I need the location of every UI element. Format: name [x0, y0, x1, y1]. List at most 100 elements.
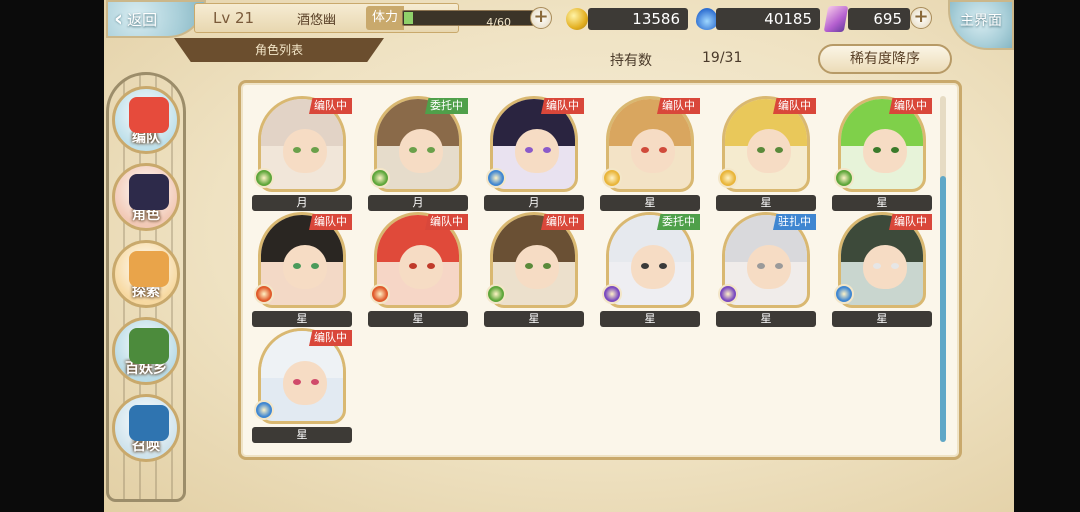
stamina-fill: [404, 12, 413, 24]
scrollbar-thumb[interactable]: [940, 176, 946, 442]
nav-character-button[interactable]: 角色: [112, 163, 180, 231]
portrait-eye: [775, 147, 783, 153]
rank-label: 月: [368, 195, 468, 211]
portrait-eye: [543, 147, 551, 153]
portrait-eye: [409, 263, 417, 269]
portrait-eye: [891, 263, 899, 269]
screen-bezel-right: [1014, 0, 1080, 512]
owned-count-value: 19/31: [702, 50, 743, 66]
element-icon: [834, 168, 854, 188]
portrait-eye: [757, 147, 765, 153]
status-badge: 编队中: [309, 330, 352, 346]
character-card[interactable]: 编队中星: [252, 212, 352, 328]
portrait-eye: [659, 263, 667, 269]
status-badge: 编队中: [773, 98, 816, 114]
game-screen: ‹ 返回 Lv 21 酒悠幽 体力 4/60 + 13586 40185 695…: [104, 0, 1014, 512]
portrait-eye: [525, 263, 533, 269]
portrait-face: [747, 245, 791, 289]
screen-bezel-left: [0, 0, 104, 512]
nav-explore-button[interactable]: 探索: [112, 240, 180, 308]
element-icon: [718, 284, 738, 304]
status-badge: 编队中: [309, 98, 352, 114]
player-name: 酒悠幽: [297, 12, 337, 28]
rank-label: 星: [600, 195, 700, 211]
rank-label: 星: [252, 427, 352, 443]
character-card[interactable]: 编队中星: [832, 96, 932, 212]
add-stamina-button[interactable]: +: [530, 7, 552, 29]
character-card[interactable]: 编队中星: [484, 212, 584, 328]
element-icon: [602, 168, 622, 188]
add-crystal-button[interactable]: +: [910, 7, 932, 29]
portrait-face: [283, 129, 327, 173]
nav-art-icon: [129, 328, 169, 364]
rank-label: 星: [600, 311, 700, 327]
portrait-eye: [409, 147, 417, 153]
portrait-eye: [891, 147, 899, 153]
scrollbar-track[interactable]: [940, 96, 946, 442]
portrait-face: [515, 245, 559, 289]
portrait-eye: [641, 263, 649, 269]
portrait-eye: [873, 263, 881, 269]
status-badge: 编队中: [309, 214, 352, 230]
nav-summon-button[interactable]: 召唤: [112, 394, 180, 462]
sort-rarity-desc-button[interactable]: 稀有度降序: [818, 44, 952, 74]
portrait-face: [283, 245, 327, 289]
rank-label: 星: [252, 311, 352, 327]
portrait-face: [515, 129, 559, 173]
portrait-eye: [427, 263, 435, 269]
tab-character-list: 角色列表: [174, 38, 384, 62]
rank-label: 星: [368, 311, 468, 327]
element-icon: [602, 284, 622, 304]
owned-count-label: 持有数: [610, 53, 652, 69]
character-card[interactable]: 编队中星: [368, 212, 468, 328]
character-card[interactable]: 编队中月: [484, 96, 584, 212]
portrait-eye: [311, 263, 319, 269]
crystal-icon: [823, 6, 849, 32]
character-card[interactable]: 编队中星: [832, 212, 932, 328]
portrait-eye: [659, 147, 667, 153]
back-button[interactable]: ‹ 返回: [106, 0, 206, 38]
nav-formation-button[interactable]: 编队: [112, 86, 180, 154]
stamina-label: 体力: [366, 6, 405, 30]
nav-art-icon: [129, 251, 169, 287]
element-icon: [370, 168, 390, 188]
portrait-face: [863, 129, 907, 173]
rank-label: 星: [832, 195, 932, 211]
character-card[interactable]: 编队中月: [252, 96, 352, 212]
rank-label: 星: [716, 311, 816, 327]
character-card[interactable]: 编队中星: [600, 96, 700, 212]
status-badge: 编队中: [425, 214, 468, 230]
portrait-eye: [311, 379, 319, 385]
character-card[interactable]: 编队中星: [252, 328, 352, 444]
portrait-face: [631, 245, 675, 289]
stamina-track: 4/60: [402, 10, 534, 29]
crystal-amount: 695: [848, 8, 910, 30]
stamina-value: 4/60: [486, 16, 511, 29]
rank-label: 月: [252, 195, 352, 211]
gold-coin-icon: [566, 8, 588, 30]
status-badge: 委托中: [657, 214, 700, 230]
character-card[interactable]: 委托中星: [600, 212, 700, 328]
element-icon: [254, 400, 274, 420]
home-button[interactable]: 主界面: [948, 0, 1014, 50]
portrait-eye: [293, 147, 301, 153]
character-card[interactable]: 编队中星: [716, 96, 816, 212]
status-badge: 驻扎中: [773, 214, 816, 230]
portrait-eye: [293, 263, 301, 269]
portrait-eye: [427, 147, 435, 153]
back-label: 返回: [127, 10, 158, 29]
portrait-eye: [873, 147, 881, 153]
portrait-eye: [543, 263, 551, 269]
element-icon: [834, 284, 854, 304]
chevron-left-icon: ‹: [114, 6, 124, 32]
character-card[interactable]: 驻扎中星: [716, 212, 816, 328]
nav-art-icon: [129, 405, 169, 441]
portrait-face: [283, 361, 327, 405]
element-icon: [718, 168, 738, 188]
portrait-face: [399, 129, 443, 173]
character-card[interactable]: 委托中月: [368, 96, 468, 212]
element-icon: [254, 284, 274, 304]
status-badge: 编队中: [657, 98, 700, 114]
nav-village-button[interactable]: 百妖乡: [112, 317, 180, 385]
rank-label: 星: [484, 311, 584, 327]
